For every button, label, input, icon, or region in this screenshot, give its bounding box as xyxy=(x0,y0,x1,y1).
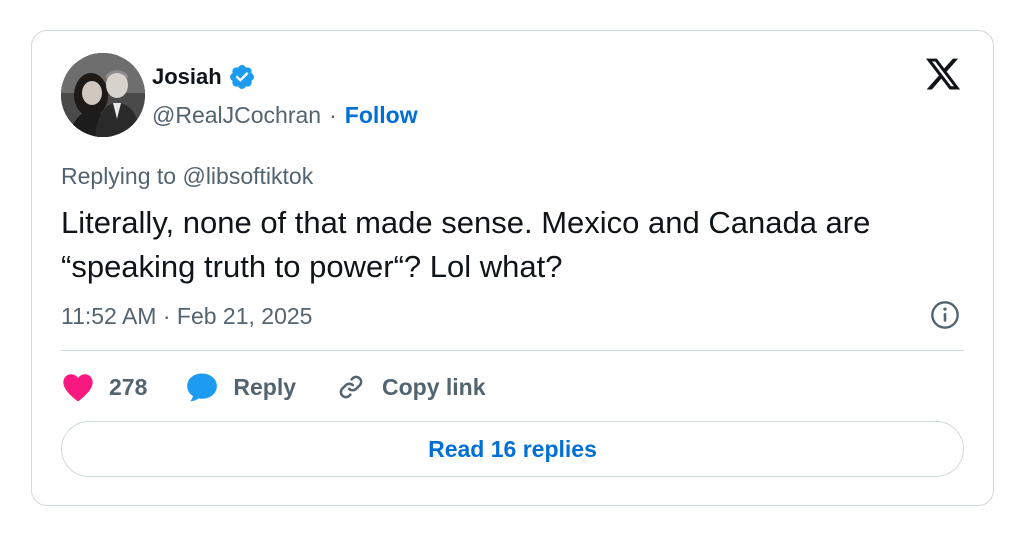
tweet-timestamp[interactable]: 11:52 AM · Feb 21, 2025 xyxy=(61,303,312,330)
like-button[interactable]: 278 xyxy=(61,370,147,404)
read-replies-button[interactable]: Read 16 replies xyxy=(61,421,964,477)
verified-badge-icon xyxy=(228,63,256,91)
reply-bubble-icon xyxy=(185,370,219,404)
author-name-row: Josiah xyxy=(152,63,256,91)
replying-to-mention[interactable]: @libsoftiktok xyxy=(182,163,313,189)
replying-to-line: Replying to @libsoftiktok xyxy=(61,163,313,190)
like-count: 278 xyxy=(109,373,148,400)
x-logo-icon[interactable] xyxy=(923,55,963,93)
copy-link-label: Copy link xyxy=(382,373,486,400)
avatar[interactable] xyxy=(61,53,145,137)
author-display-name[interactable]: Josiah xyxy=(152,64,222,90)
author-handle-row: @RealJCochran · Follow xyxy=(152,102,418,129)
info-icon[interactable] xyxy=(929,299,961,331)
link-icon xyxy=(334,370,368,404)
author-handle[interactable]: @RealJCochran xyxy=(152,102,321,129)
divider xyxy=(61,350,964,351)
reply-label: Reply xyxy=(233,373,297,400)
separator-dot: · xyxy=(329,102,337,128)
reply-button[interactable]: Reply xyxy=(185,370,296,404)
copy-link-button[interactable]: Copy link xyxy=(334,370,486,404)
heart-icon xyxy=(61,370,95,404)
tweet-card: Josiah @RealJCochran · Follow Replying t… xyxy=(31,30,994,506)
tweet-text: Literally, none of that made sense. Mexi… xyxy=(61,205,871,284)
replying-prefix: Replying to xyxy=(61,163,183,189)
follow-button[interactable]: Follow xyxy=(345,102,418,129)
action-bar: 278 Reply Copy link xyxy=(61,365,524,409)
